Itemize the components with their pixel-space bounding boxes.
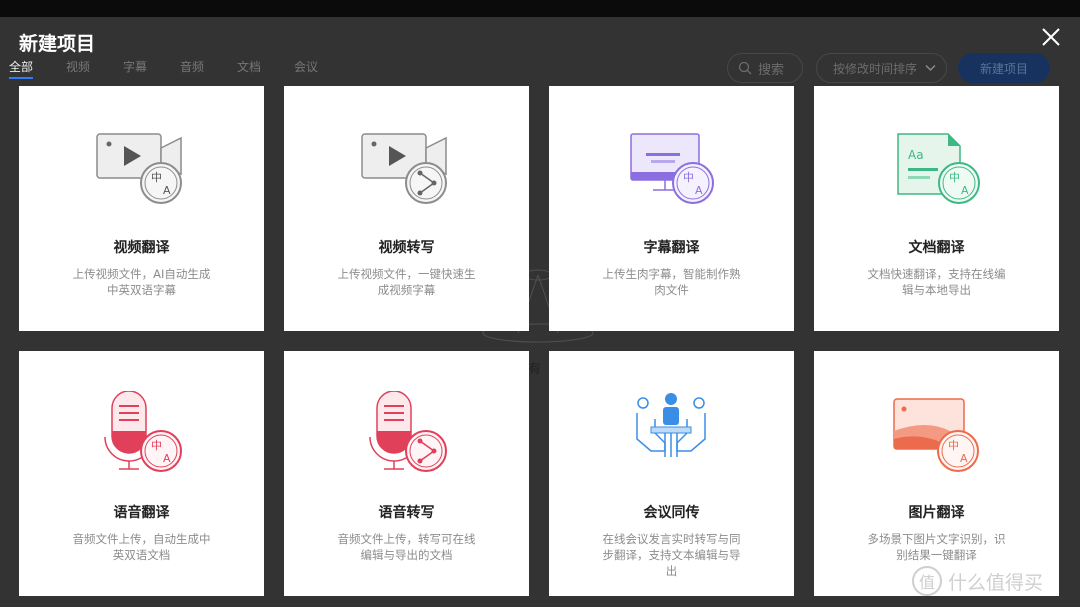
svg-text:中: 中 <box>949 171 960 184</box>
document-translate-icon: Aa 中 A <box>897 133 980 204</box>
card-description: 文档快速翻译，支持在线编辑与本地导出 <box>867 267 1006 297</box>
chevron-down-icon <box>925 64 936 72</box>
card-title: 视频转写 <box>378 240 435 256</box>
top-bar <box>0 0 1080 17</box>
image-translate-icon: 中 A <box>893 398 979 472</box>
tab-document[interactable]: 文档 <box>237 58 294 82</box>
card-title: 语音转写 <box>378 505 435 521</box>
svg-text:中: 中 <box>683 171 694 184</box>
card-video-transcribe[interactable]: 视频转写 上传视频文件，一键快速生成视频字幕 <box>284 86 529 331</box>
card-meeting-interpret[interactable]: 会议同传 在线会议发言实时转写与同步翻译，支持文本编辑与导出 <box>549 351 794 596</box>
category-tabs: 全部 视频 字幕 音频 文档 会议 <box>9 58 351 82</box>
card-voice-transcribe[interactable]: 语音转写 音频文件上传，转写可在线编辑与导出的文档 <box>284 351 529 596</box>
card-description: 音频文件上传，自动生成中英双语文档 <box>72 532 211 562</box>
subtitle-translate-icon: 中 A <box>630 133 714 204</box>
tab-all[interactable]: 全部 <box>9 58 66 82</box>
card-description: 多场景下图片文字识别，识别结果一键翻译 <box>867 532 1006 562</box>
card-voice-translate[interactable]: 中 A 语音翻译 音频文件上传，自动生成中英双语文档 <box>19 351 264 596</box>
svg-text:中: 中 <box>151 171 162 184</box>
card-title: 视频翻译 <box>113 240 170 256</box>
watermark-text: 有 <box>528 362 542 377</box>
dialog-title: 新建项目 <box>19 33 96 55</box>
svg-text:A: A <box>163 184 171 197</box>
sort-dropdown[interactable]: 按修改时间排序 <box>816 53 947 83</box>
site-watermark-text: 什么值得买 <box>948 571 1044 594</box>
search-icon <box>738 61 752 75</box>
card-description: 上传生肉字幕，智能制作熟肉文件 <box>602 267 741 297</box>
tab-meeting[interactable]: 会议 <box>294 58 351 82</box>
svg-text:A: A <box>695 184 703 197</box>
video-transcribe-icon <box>361 133 447 204</box>
sort-label: 按修改时间排序 <box>833 61 918 76</box>
svg-text:A: A <box>961 184 969 197</box>
svg-text:Aa: Aa <box>908 148 924 162</box>
meeting-interpret-icon <box>636 393 706 457</box>
video-translate-icon: 中 A <box>96 133 182 204</box>
tab-subtitle[interactable]: 字幕 <box>123 58 180 82</box>
card-title: 语音翻译 <box>113 505 170 521</box>
zhi-logo-icon: 值 <box>912 566 942 596</box>
card-subtitle-translate[interactable]: 中 A 字幕翻译 上传生肉字幕，智能制作熟肉文件 <box>549 86 794 331</box>
card-description: 音频文件上传，转写可在线编辑与导出的文档 <box>337 532 476 562</box>
card-document-translate[interactable]: Aa 中 A 文档翻译 文档快速翻译，支持在线编辑与本地导出 <box>814 86 1059 331</box>
card-title: 字幕翻译 <box>643 240 700 256</box>
site-watermark: 值 什么值得买 <box>912 566 1043 596</box>
svg-text:中: 中 <box>948 439 959 452</box>
tab-video[interactable]: 视频 <box>66 58 123 82</box>
new-project-button[interactable]: 新建项目 <box>958 53 1050 83</box>
svg-text:A: A <box>163 452 171 465</box>
card-description: 上传视频文件，AI自动生成中英双语字幕 <box>72 267 211 297</box>
svg-text:A: A <box>960 452 968 465</box>
voice-translate-icon: 中 A <box>104 391 182 472</box>
voice-transcribe-icon <box>369 391 447 472</box>
card-title: 会议同传 <box>643 505 700 521</box>
card-video-translate[interactable]: 中 A 视频翻译 上传视频文件，AI自动生成中英双语字幕 <box>19 86 264 331</box>
search-label: 搜索 <box>758 62 785 78</box>
card-description: 在线会议发言实时转写与同步翻译，支持文本编辑与导出 <box>602 532 741 578</box>
card-title: 文档翻译 <box>908 240 965 256</box>
tab-audio[interactable]: 音频 <box>180 58 237 82</box>
search-box[interactable]: 搜索 <box>727 53 803 83</box>
close-icon[interactable] <box>1040 26 1062 48</box>
card-description: 上传视频文件，一键快速生成视频字幕 <box>337 267 476 297</box>
card-title: 图片翻译 <box>908 505 965 521</box>
card-image-translate[interactable]: 中 A 图片翻译 多场景下图片文字识别，识别结果一键翻译 <box>814 351 1059 596</box>
svg-text:中: 中 <box>151 439 162 452</box>
